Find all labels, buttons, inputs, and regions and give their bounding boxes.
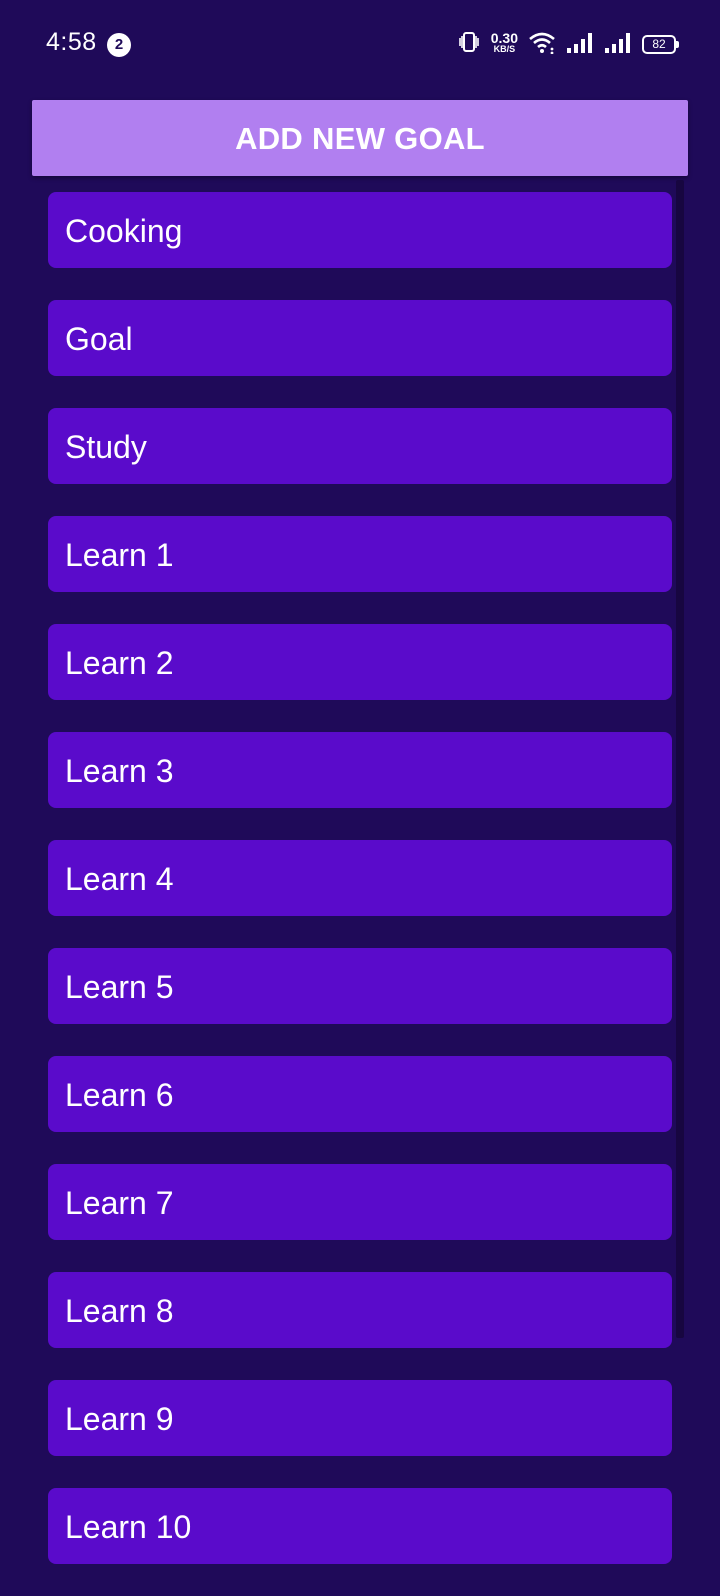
battery-icon: 82 xyxy=(642,34,679,54)
status-time: 4:58 xyxy=(46,28,97,56)
network-speed-unit: KB/S xyxy=(493,44,516,54)
goal-list-item[interactable]: Learn 3 xyxy=(48,732,672,808)
network-speed-value: 0.30 xyxy=(490,30,518,46)
goal-list-item[interactable]: Learn 9 xyxy=(48,1380,672,1456)
goal-list-item[interactable]: Goal xyxy=(48,300,672,376)
goal-list-item[interactable]: Learn 2 xyxy=(48,624,672,700)
notification-count-badge: 2 xyxy=(107,33,131,57)
vibrate-icon xyxy=(457,30,481,59)
goal-list-item[interactable]: Learn 6 xyxy=(48,1056,672,1132)
signal-icon xyxy=(566,30,594,59)
goal-list-item[interactable]: Learn 5 xyxy=(48,948,672,1024)
status-icons: 0.30 KB/S 82 xyxy=(457,30,679,59)
status-bar: 4:58 2 0.30 KB/S 82 xyxy=(0,0,720,88)
goal-list-item[interactable]: Learn 1 xyxy=(48,516,672,592)
goal-list-item[interactable]: Study xyxy=(48,408,672,484)
goal-list-item[interactable]: Learn 10 xyxy=(48,1488,672,1564)
list-scrollbar[interactable] xyxy=(676,180,684,1338)
goal-list-item[interactable]: Learn 7 xyxy=(48,1164,672,1240)
add-new-goal-button[interactable]: ADD NEW GOAL xyxy=(32,100,688,176)
signal-icon xyxy=(604,30,632,59)
wifi-icon xyxy=(528,30,556,59)
goal-list-item[interactable]: Learn 4 xyxy=(48,840,672,916)
goal-list-item[interactable]: Cooking xyxy=(48,192,672,268)
network-speed: 0.30 KB/S xyxy=(490,30,518,55)
goal-list: Cooking Goal Study Learn 1 Learn 2 Learn 3 Lea… xyxy=(48,192,672,1596)
goal-list-item[interactable]: Learn 8 xyxy=(48,1272,672,1348)
